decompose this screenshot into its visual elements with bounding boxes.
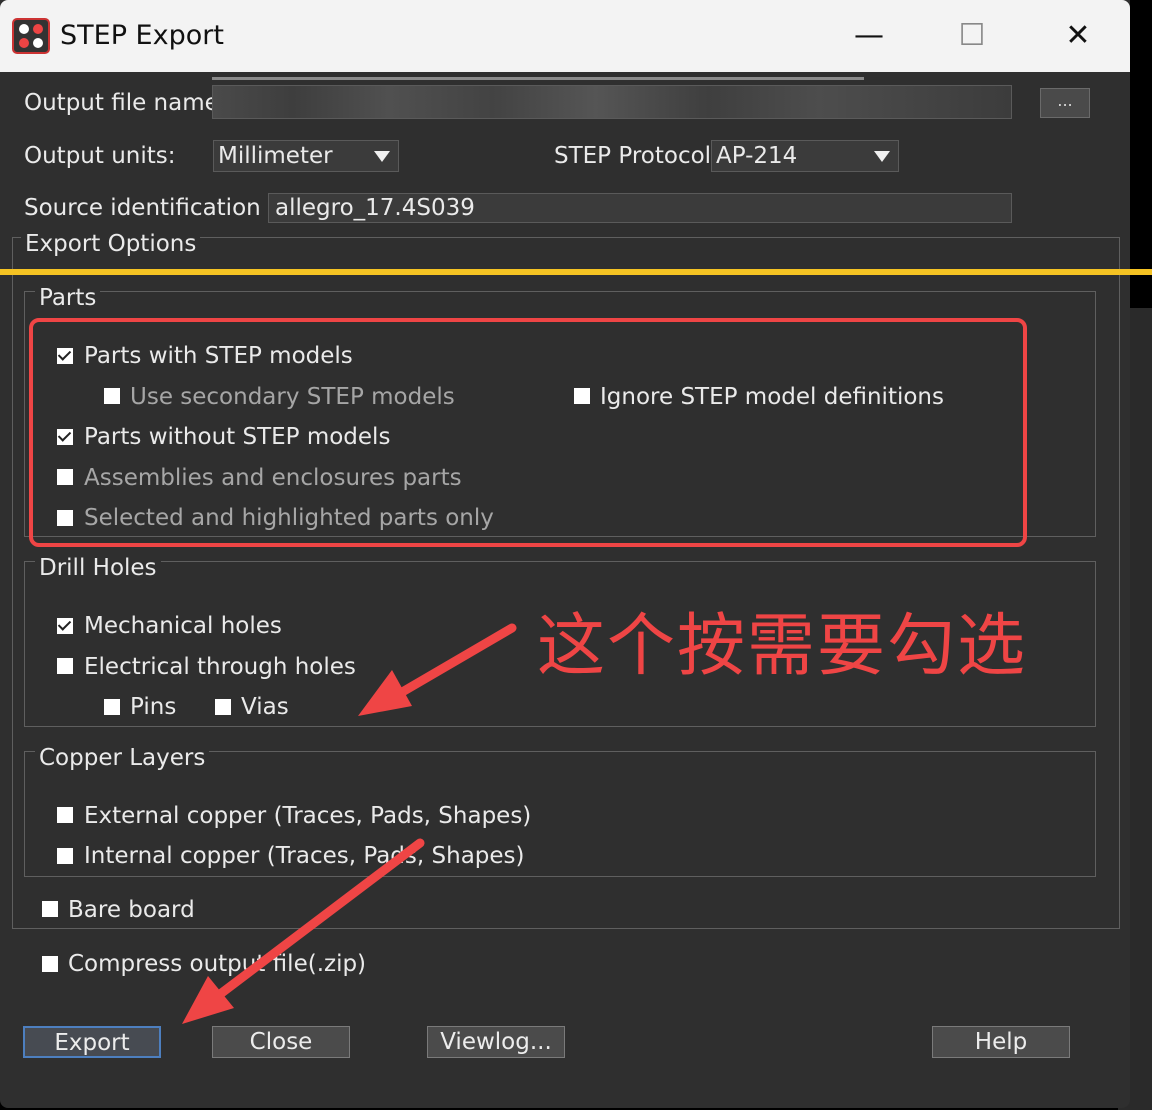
annotation-arrows <box>182 623 517 1024</box>
arrow-to-options <box>358 623 517 716</box>
arrow-to-export <box>182 838 425 1024</box>
